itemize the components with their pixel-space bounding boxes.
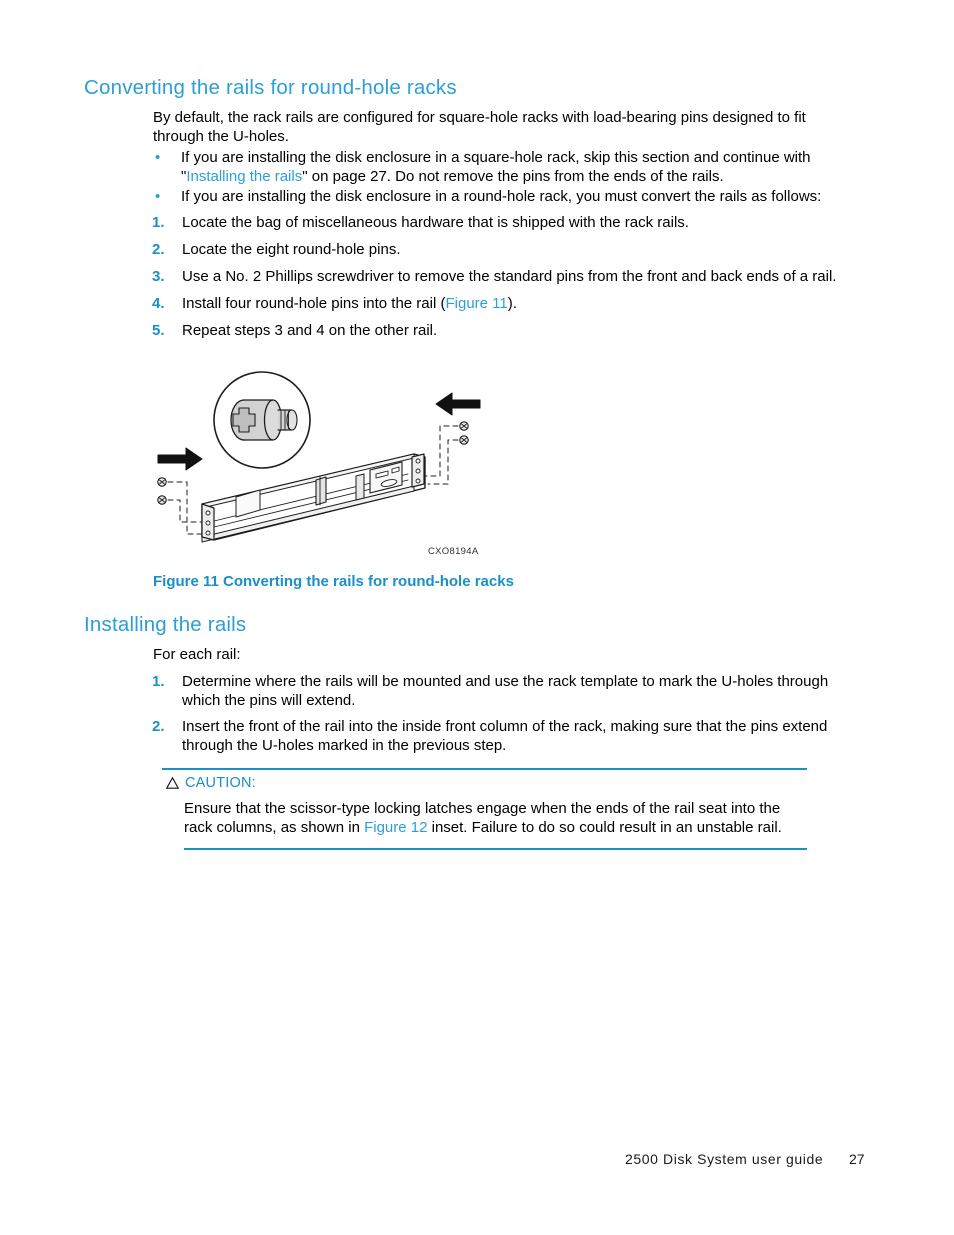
footer-guide-title: 2500 Disk System user guide <box>625 1151 824 1167</box>
procedure-step: 2. Insert the front of the rail into the… <box>152 717 852 755</box>
page-footer: 2500 Disk System user guide 27 <box>0 1151 954 1171</box>
list-item-text: If you are installing the disk enclosure… <box>181 187 855 206</box>
cross-reference-link-figure-11[interactable]: Figure 11 <box>445 295 507 312</box>
figure-id-label: CXO8194A <box>428 546 479 557</box>
procedure-step: 3. Use a No. 2 Phillips screwdriver to r… <box>152 267 867 286</box>
caution-bottom-rule <box>184 848 807 850</box>
procedure-step: 4. Install four round-hole pins into the… <box>152 294 867 313</box>
step-text-before: Locate the bag of miscellaneous hardware… <box>182 214 689 231</box>
rail-conversion-drawing <box>157 371 481 543</box>
list-item: • If you are installing the disk enclosu… <box>155 148 855 186</box>
step-text-before: Insert the front of the rail into the in… <box>182 718 828 754</box>
rack-rail-body <box>201 453 426 543</box>
step-number: 3. <box>152 268 165 285</box>
caution-text: Ensure that the scissor-type locking lat… <box>184 799 809 837</box>
caution-text-after: inset. Failure to do so could result in … <box>427 819 782 836</box>
document-page: Converting the rails for round-hole rack… <box>0 0 954 1235</box>
bullet-marker-icon: • <box>155 188 161 205</box>
section-heading-converting: Converting the rails for round-hole rack… <box>84 76 457 99</box>
cross-reference-link-figure-12[interactable]: Figure 12 <box>364 819 427 836</box>
cross-reference-link-installing-the-rails[interactable]: Installing the rails <box>186 168 302 185</box>
step-text: Insert the front of the rail into the in… <box>182 717 852 755</box>
step-text: Determine where the rails will be mounte… <box>182 672 852 710</box>
step-text-after: ). <box>507 295 517 312</box>
list-item-text: If you are installing the disk enclosure… <box>181 148 855 186</box>
left-loose-pins <box>157 477 167 505</box>
step-number: 2. <box>152 718 165 735</box>
right-loose-pins <box>459 421 469 445</box>
step-text: Install four round-hole pins into the ra… <box>182 294 867 313</box>
step-text-before: Locate the eight round-hole pins. <box>182 241 401 258</box>
section-heading-installing: Installing the rails <box>84 613 247 636</box>
bullet-marker-icon: • <box>155 149 161 166</box>
procedure-step: 2. Locate the eight round-hole pins. <box>152 240 867 259</box>
list-item: • If you are installing the disk enclosu… <box>155 187 855 206</box>
intro-paragraph: By default, the rack rails are configure… <box>153 109 806 145</box>
footer-page-number: 27 <box>849 1151 865 1167</box>
step-text: Repeat steps 3 and 4 on the other rail. <box>182 321 867 340</box>
step-number: 2. <box>152 241 165 258</box>
caution-top-rule <box>162 768 807 770</box>
procedure-step: 1. Determine where the rails will be mou… <box>152 672 852 710</box>
caution-label: CAUTION: <box>185 775 256 791</box>
left-insertion-arrow-icon <box>157 447 203 471</box>
step-text: Use a No. 2 Phillips screwdriver to remo… <box>182 267 867 286</box>
step-number: 1. <box>152 214 165 231</box>
step-text-before: Use a No. 2 Phillips screwdriver to remo… <box>182 268 837 285</box>
bullet-text-after: " on page 27. Do not remove the pins fro… <box>302 168 724 185</box>
step-number: 1. <box>152 673 165 690</box>
step-text-before: Install four round-hole pins into the ra… <box>182 295 446 312</box>
figure-illustration-rail-conversion: CXO8194A <box>140 358 510 570</box>
procedure-step: 1. Locate the bag of miscellaneous hardw… <box>152 213 867 232</box>
step-number: 5. <box>152 322 165 339</box>
caution-header: CAUTION: <box>166 775 256 791</box>
scissor-locking-latch <box>315 476 327 506</box>
procedure-step: 5. Repeat steps 3 and 4 on the other rai… <box>152 321 867 340</box>
bullet-text-before: If you are installing the disk enclosure… <box>181 188 822 205</box>
figure-caption: Figure 11 Converting the rails for round… <box>153 573 514 590</box>
step-text: Locate the eight round-hole pins. <box>182 240 867 259</box>
step-text-before: Determine where the rails will be mounte… <box>182 673 829 709</box>
step-number: 4. <box>152 295 165 312</box>
warning-triangle-icon <box>166 777 179 789</box>
step-text: Locate the bag of miscellaneous hardware… <box>182 213 867 232</box>
step-text-before: Repeat steps 3 and 4 on the other rail. <box>182 322 438 339</box>
right-insertion-arrow-icon <box>435 392 481 416</box>
lead-in-text: For each rail: <box>153 646 241 663</box>
